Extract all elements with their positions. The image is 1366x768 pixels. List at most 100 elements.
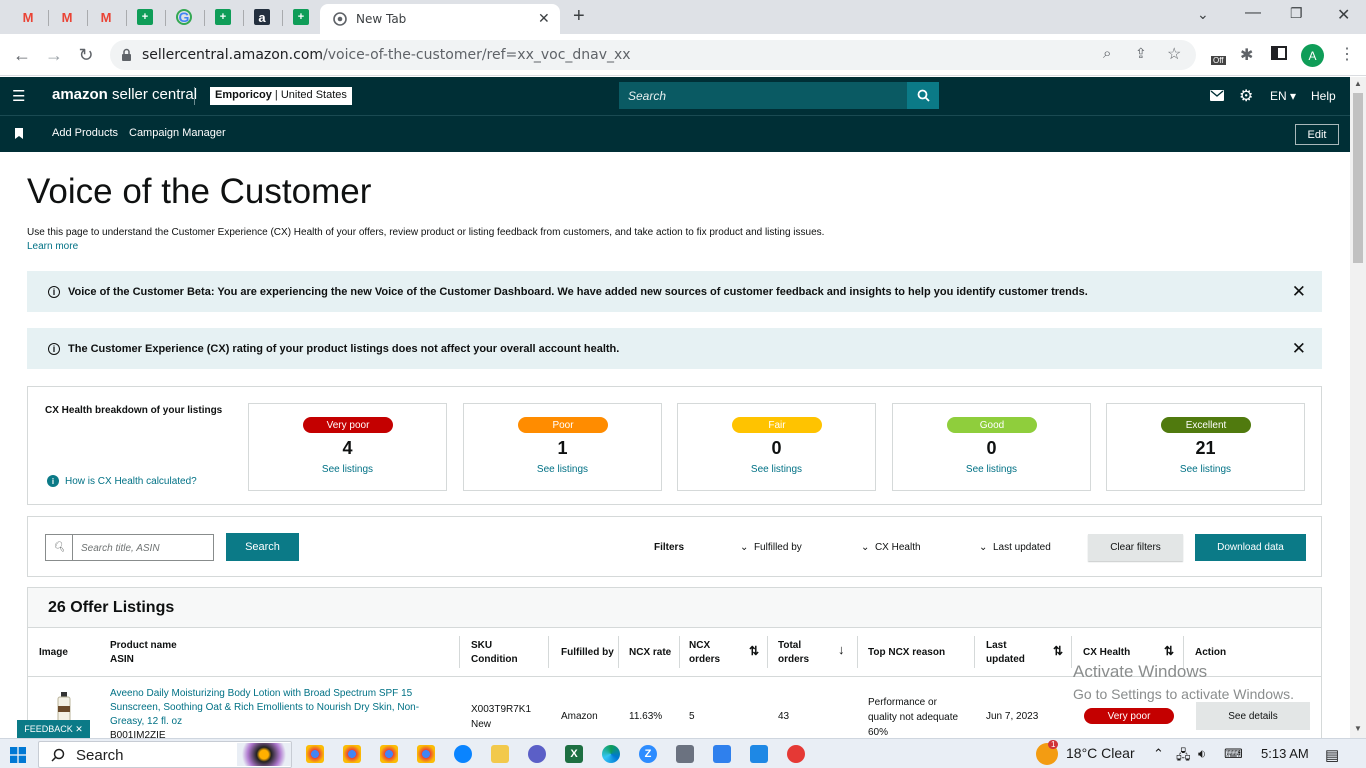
edit-bookmarks-button[interactable]: Edit	[1295, 124, 1339, 145]
profile-avatar[interactable]: A	[1301, 44, 1324, 67]
col-ncx-rate[interactable]: NCX rate	[629, 646, 671, 660]
listing-search-input[interactable]: 🔍︎ Search title, ASIN	[45, 534, 214, 561]
col-top-ncx-reason[interactable]: Top NCX reason	[868, 646, 945, 660]
sort-icon[interactable]: ⇅	[1164, 644, 1174, 658]
windows-start-icon[interactable]	[10, 747, 26, 763]
col-total-orders[interactable]: Total orders	[778, 639, 809, 667]
side-panel-icon[interactable]	[1271, 46, 1287, 60]
sort-icon[interactable]: ⇅	[1053, 644, 1063, 658]
see-details-button[interactable]: See details	[1196, 702, 1310, 730]
clock-time[interactable]: 5:13 AM	[1261, 746, 1309, 761]
header-search-button[interactable]	[907, 82, 939, 109]
mail-icon[interactable]	[1210, 90, 1224, 101]
language-selector[interactable]: EN ▾	[1270, 89, 1296, 103]
minimize-icon[interactable]: —	[1245, 4, 1261, 22]
fulfilled-by-dropdown[interactable]: ⌄ Fulfilled by	[740, 542, 802, 553]
see-listings-link[interactable]: See listings	[249, 464, 446, 475]
feedback-button[interactable]: FEEDBACK ✕	[17, 720, 90, 738]
chrome-icon[interactable]	[306, 745, 324, 763]
close-window-icon[interactable]: ✕	[1337, 5, 1350, 25]
zoom-icon[interactable]: ⌕	[1103, 45, 1111, 62]
see-listings-link[interactable]: See listings	[893, 464, 1090, 475]
extension-off-icon[interactable]: Off	[1209, 46, 1231, 68]
file-explorer-icon[interactable]	[491, 745, 509, 763]
sheets-icon: +	[215, 9, 231, 25]
scrollbar-thumb[interactable]	[1353, 93, 1363, 263]
media-player-icon[interactable]	[528, 745, 546, 763]
settings-gear-icon[interactable]: ⚙	[1239, 86, 1253, 106]
forward-icon[interactable]: →	[40, 41, 68, 69]
col-product-name[interactable]: Product name ASIN	[110, 639, 177, 667]
chrome-icon[interactable]	[417, 745, 435, 763]
app-icon[interactable]	[787, 745, 805, 763]
tab-sheets-3[interactable]: +	[283, 4, 319, 30]
keyboard-icon[interactable]: ⌨	[1224, 746, 1243, 762]
edge-icon[interactable]	[602, 745, 620, 763]
back-icon[interactable]: ←	[8, 41, 36, 69]
bookmark-star-icon[interactable]: ☆	[1167, 44, 1181, 64]
tab-sheets-2[interactable]: +	[205, 4, 241, 30]
download-data-button[interactable]: Download data	[1195, 534, 1306, 561]
cx-health-calc-link[interactable]: i How is CX Health calculated?	[47, 475, 197, 487]
app-icon[interactable]	[454, 745, 472, 763]
tab-sheets-1[interactable]: +	[127, 4, 163, 30]
tab-gmail-3[interactable]: M	[88, 4, 124, 30]
learn-more-link[interactable]: Learn more	[27, 241, 78, 252]
help-link[interactable]: Help	[1311, 89, 1336, 103]
browser-menu-icon[interactable]: ⋮	[1339, 44, 1355, 64]
action-center-icon[interactable]: ▤	[1325, 746, 1339, 764]
seller-central-logo[interactable]: amazon seller central	[52, 86, 197, 103]
last-updated-dropdown[interactable]: ⌄ Last updated	[979, 542, 1051, 553]
see-listings-link[interactable]: See listings	[678, 464, 875, 475]
cx-health-dropdown[interactable]: ⌄ CX Health	[861, 542, 921, 553]
network-icon[interactable]: 🖧︎	[1176, 746, 1191, 768]
clear-filters-button[interactable]: Clear filters	[1088, 534, 1183, 561]
share-icon[interactable]: ⇪	[1135, 45, 1147, 62]
extensions-puzzle-icon[interactable]: ✱	[1240, 45, 1253, 65]
tray-chevron-icon[interactable]: ⌃	[1153, 746, 1164, 762]
tab-new-tab[interactable]: New Tab ✕	[320, 4, 560, 34]
sort-icon[interactable]: ⇅	[749, 644, 759, 658]
photos-icon[interactable]	[713, 745, 731, 763]
col-cx-health[interactable]: CX Health	[1083, 646, 1130, 660]
close-tab-icon[interactable]: ✕	[538, 10, 550, 27]
see-listings-link[interactable]: See listings	[1107, 464, 1304, 475]
restore-icon[interactable]: ❐	[1290, 5, 1303, 22]
page-scrollbar[interactable]: ▲ ▼	[1350, 77, 1366, 738]
weather-text[interactable]: 18°C Clear	[1066, 745, 1135, 761]
col-last-updated[interactable]: Last updated	[986, 639, 1025, 667]
bookmark-icon[interactable]	[15, 128, 23, 139]
new-tab-icon[interactable]: +	[573, 5, 585, 28]
taskbar-search[interactable]: Search	[38, 741, 292, 768]
snipping-tool-icon[interactable]	[750, 745, 768, 763]
zoom-app-icon[interactable]: Z	[639, 745, 657, 763]
gmail-icon: M	[61, 9, 73, 25]
tab-google[interactable]: G	[166, 4, 202, 30]
chrome-icon[interactable]	[380, 745, 398, 763]
header-search-input[interactable]: Search	[619, 82, 907, 109]
reload-icon[interactable]: ↻	[72, 41, 100, 69]
col-sku[interactable]: SKU Condition	[471, 639, 518, 667]
volume-icon[interactable]: 🔉︎	[1198, 746, 1206, 762]
calculator-icon[interactable]	[676, 745, 694, 763]
chrome-icon[interactable]	[343, 745, 361, 763]
see-listings-link[interactable]: See listings	[464, 464, 661, 475]
rating-count: 21	[1195, 438, 1216, 458]
tab-gmail-2[interactable]: M	[49, 4, 85, 30]
store-switcher[interactable]: Emporicoy | United States	[210, 87, 352, 105]
listing-search-button[interactable]: Search	[226, 533, 299, 561]
col-fulfilled-by[interactable]: Fulfilled by	[561, 646, 614, 660]
close-banner-icon[interactable]: ✕	[1292, 282, 1306, 302]
excel-icon[interactable]: X	[565, 745, 583, 763]
add-products-link[interactable]: Add Products	[52, 127, 118, 139]
tab-gmail-1[interactable]: M	[10, 4, 46, 30]
tab-search-icon[interactable]: ⌄	[1197, 6, 1209, 23]
address-bar[interactable]: sellercentral.amazon.com/voice-of-the-cu…	[110, 40, 1196, 70]
product-name-link[interactable]: Aveeno Daily Moisturizing Body Lotion wi…	[110, 687, 450, 743]
hamburger-menu-icon[interactable]: ☰	[12, 87, 25, 105]
close-banner-icon[interactable]: ✕	[1292, 339, 1306, 359]
sort-descending-icon[interactable]: ↓	[838, 643, 845, 657]
col-ncx-orders[interactable]: NCX orders	[689, 639, 720, 667]
tab-amazon[interactable]: a	[244, 4, 280, 30]
campaign-manager-link[interactable]: Campaign Manager	[129, 127, 226, 139]
